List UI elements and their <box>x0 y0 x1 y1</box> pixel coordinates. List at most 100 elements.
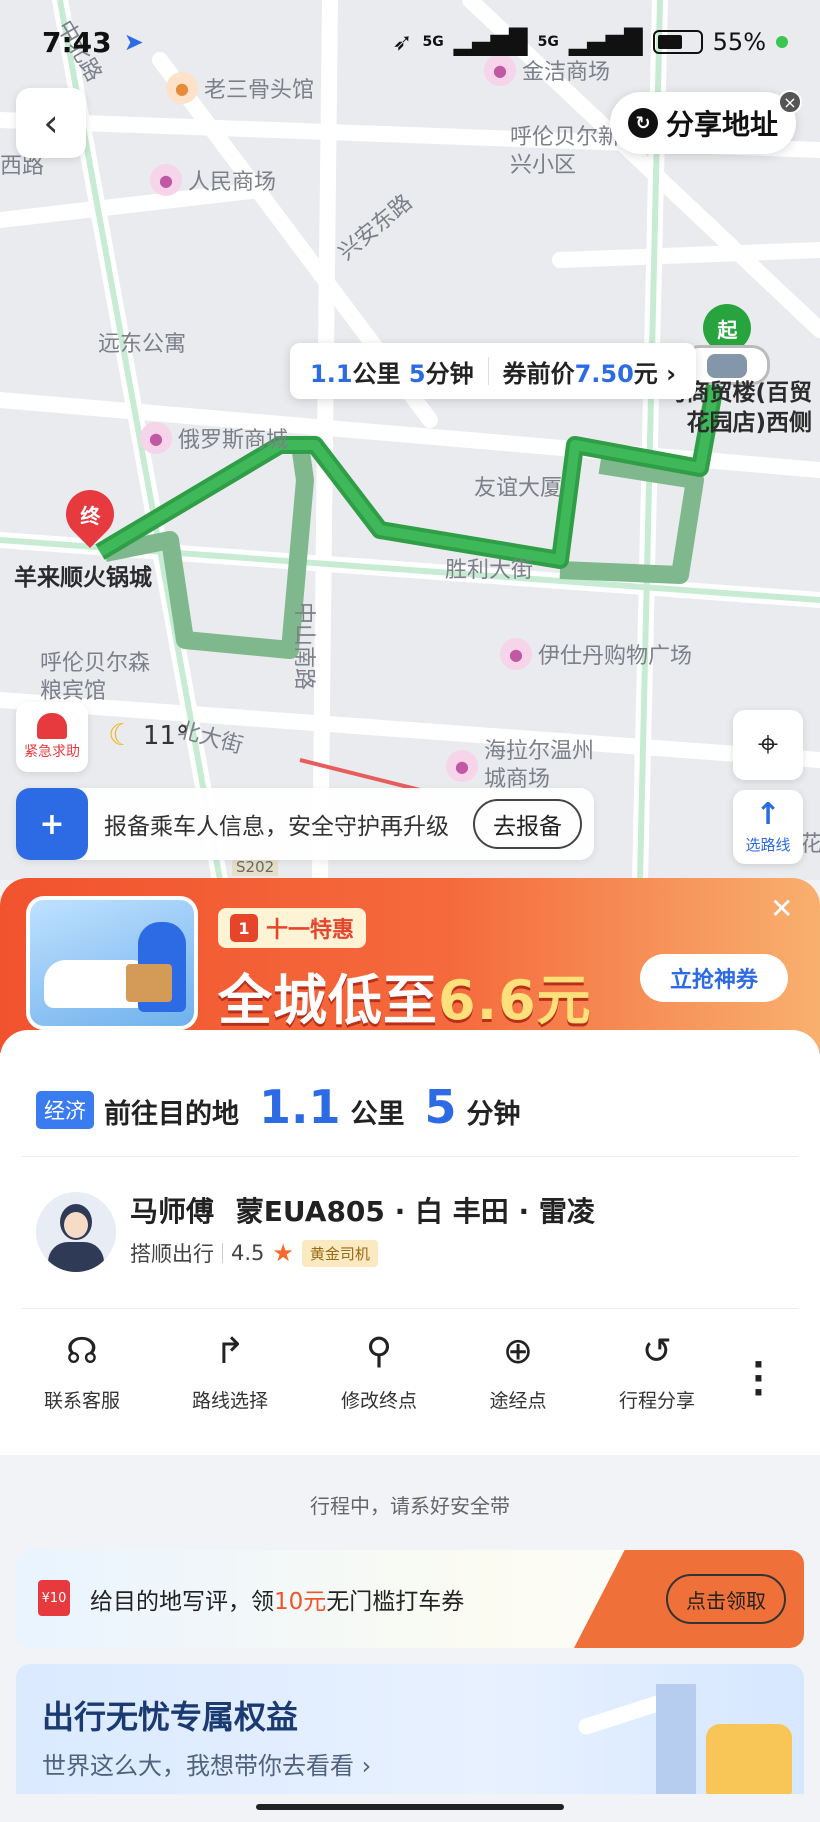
grab-coupon-button[interactable]: 立抢神券 <box>640 954 788 1002</box>
report-button[interactable]: 去报备 <box>473 799 582 849</box>
shield-icon: + <box>16 788 88 860</box>
privacy-dot <box>776 36 788 48</box>
network-label: 5G <box>537 34 559 50</box>
route-info-bubble[interactable]: 1.1公里 5分钟 券前价7.50元 › <box>290 343 697 399</box>
shopping-bag-icon: ● <box>500 638 532 670</box>
time-value: 5 <box>424 1080 457 1134</box>
road-label: 中山南路 <box>291 601 317 691</box>
area-label: 呼伦贝尔新兴小区 <box>510 125 621 178</box>
destination-label: 前往目的地 <box>104 1099 239 1130</box>
share-trip-button[interactable]: ↺ 行程分享 <box>587 1330 727 1413</box>
restaurant-icon: ● <box>166 72 198 104</box>
coupon-icon: ¥10 <box>38 1580 70 1616</box>
platform-name: 搭顺出行 <box>130 1242 214 1266</box>
review-coupon-banner[interactable]: ¥10 给目的地写评，领10元无门槛打车券 点击领取 <box>16 1550 804 1648</box>
more-vertical-icon: · · · <box>752 1345 765 1413</box>
license-plate: 蒙EUA805 <box>235 1195 385 1228</box>
distance-value: 1.1 <box>259 1080 341 1134</box>
more-options-button[interactable]: · · · <box>752 1348 765 1410</box>
temperature: 11° <box>142 720 189 751</box>
price-unit: 元 <box>633 359 658 388</box>
route-choice-button[interactable]: ↱ 路线选择 <box>160 1330 300 1413</box>
road-label: 花 <box>800 832 820 857</box>
arrow-up-icon: ↑ <box>755 796 781 832</box>
back-button[interactable]: ‹ <box>16 88 86 158</box>
safety-banner[interactable]: + 报备乘车人信息，安全守护再升级 去报备 <box>16 788 594 860</box>
battery-percent: 55% <box>712 28 766 56</box>
weather-widget: ☾ 11° <box>108 718 189 753</box>
poi[interactable]: ● 海拉尔温州城商场 <box>446 738 596 794</box>
car-model: · 白 丰田 · 雷凌 <box>394 1195 595 1228</box>
seatbelt-notice: 行程中，请系好安全带 <box>310 1494 510 1518</box>
shopping-bag-icon: ● <box>140 422 172 454</box>
promo-image <box>26 896 198 1030</box>
route-select-label: 选路线 <box>745 835 791 854</box>
coupon-text: 给目的地写评，领10元无门槛打车券 <box>90 1589 465 1615</box>
poi[interactable]: ● 俄罗斯商城 <box>140 422 288 454</box>
trip-summary: 经济 前往目的地 1.1 公里 5 分钟 <box>36 1080 521 1134</box>
contact-service-button[interactable]: ☊ 联系客服 <box>12 1330 152 1413</box>
share-logo-icon: ↻ <box>628 108 658 138</box>
locate-button[interactable]: ⌖ <box>733 710 803 780</box>
share-address-label: 分享地址 <box>666 108 779 141</box>
distance-value: 1.1 <box>310 359 353 388</box>
chevron-left-icon: ‹ <box>43 101 59 145</box>
headset-icon: ☊ <box>66 1331 98 1372</box>
edit-destination-button[interactable]: ⚲ 修改终点 <box>309 1330 449 1413</box>
star-icon: ★ <box>272 1239 294 1267</box>
send-icon: ➤ <box>123 28 144 56</box>
price-label: 券前价 <box>502 359 575 388</box>
ride-type-badge: 经济 <box>36 1091 94 1129</box>
distance-unit: 公里 <box>352 359 401 388</box>
suitcase-icon <box>706 1724 792 1794</box>
road-label: 胜利大街 <box>445 558 534 583</box>
time-unit: 分钟 <box>466 1099 521 1130</box>
trip-card: 经济 前往目的地 1.1 公里 5 分钟 马师傅 蒙EUA805 · 白 丰田 … <box>0 1030 820 1455</box>
shopping-bag-icon: ● <box>446 750 478 782</box>
claim-coupon-button[interactable]: 点击领取 <box>666 1574 786 1624</box>
shopping-bag-icon: ● <box>150 164 182 196</box>
home-indicator[interactable] <box>256 1804 564 1810</box>
signal-icon: ▂▄▆█ <box>453 28 528 56</box>
driver-rating: 4.5 <box>231 1241 265 1265</box>
poi[interactable]: ● 老三骨头馆 <box>166 72 314 104</box>
battery-icon <box>652 30 703 54</box>
time-unit: 分钟 <box>425 359 474 388</box>
avatar[interactable] <box>36 1192 116 1272</box>
end-location-label: 羊来顺火锅城 <box>14 565 152 591</box>
signal-icon: ▂▄▆█ <box>568 28 643 56</box>
benefits-banner[interactable]: 出行无忧专属权益 世界这么大，我想带你去看看 › <box>16 1664 804 1794</box>
area-label: 友谊大厦 <box>474 476 563 501</box>
share-close-button[interactable]: × <box>778 90 802 114</box>
promo-tag: 1 十一特惠 <box>218 908 367 948</box>
promo-banner[interactable]: 1 十一特惠 全城低至6.6元 立抢神券 ✕ <box>0 878 820 1053</box>
price-value: 7.50 <box>574 359 634 388</box>
benefits-title: 出行无忧专属权益 <box>42 1698 299 1736</box>
poi[interactable]: ● 人民商场 <box>150 164 276 196</box>
emergency-label: 紧急求助 <box>24 744 80 760</box>
location-icon: ➶ <box>392 28 413 56</box>
clock: 7:43 <box>42 25 112 59</box>
benefits-subtitle: 世界这么大，我想带你去看看 › <box>42 1752 372 1780</box>
time-value: 5 <box>408 359 426 388</box>
poi[interactable]: ● 伊仕丹购物广场 <box>500 638 692 670</box>
map-view[interactable]: 中北路 兴安东路 胜利大街 北大街 中山南路 西路 S202 花 呼伦贝尔新兴小… <box>0 0 820 880</box>
close-icon[interactable]: ✕ <box>770 892 793 925</box>
emergency-button[interactable]: 紧急求助 <box>16 702 88 772</box>
area-label: 呼伦贝尔森粮宾馆 <box>40 651 151 704</box>
alt-route-2 <box>559 456 704 584</box>
distance-unit: 公里 <box>350 1099 405 1130</box>
promo-headline: 全城低至6.6元 <box>218 969 592 1032</box>
share-trip-icon: ↺ <box>641 1331 673 1372</box>
driver-info: 马师傅 蒙EUA805 · 白 丰田 · 雷凌 <box>130 1190 595 1230</box>
safety-text: 报备乘车人信息，安全守护再升级 <box>104 814 449 840</box>
route-select-button[interactable]: ↑ 选路线 <box>733 790 803 864</box>
calendar-icon: 1 <box>230 914 258 942</box>
moon-icon: ☾ <box>108 718 135 753</box>
waypoint-button[interactable]: ⊕ 途经点 <box>448 1330 588 1413</box>
edit-destination-icon: ⚲ <box>365 1331 393 1372</box>
share-address-button[interactable]: ↻ 分享地址 <box>610 92 797 154</box>
network-label: 5G <box>422 34 444 50</box>
route-icon: ↱ <box>214 1331 246 1372</box>
driver-meta: 搭顺出行 4.5 ★ 黄金司机 <box>130 1238 378 1268</box>
